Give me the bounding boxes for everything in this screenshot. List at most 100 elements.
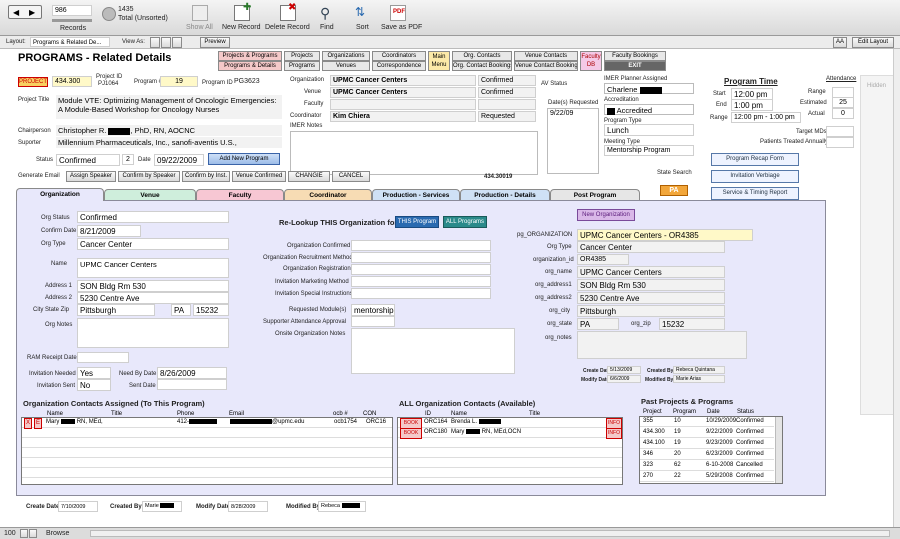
- nav-org-contacts[interactable]: Org. Contacts: [452, 51, 512, 61]
- next-record-icon[interactable]: ▶: [29, 8, 35, 17]
- registration[interactable]: [351, 264, 491, 275]
- venue-confirmed-button[interactable]: Venue Confirmed: [232, 171, 286, 182]
- need-by[interactable]: 8/26/2009: [157, 367, 227, 379]
- date-field[interactable]: 09/22/2009: [154, 154, 204, 166]
- accreditation[interactable]: Accredited: [604, 104, 694, 115]
- onsite-notes[interactable]: [351, 328, 515, 374]
- inv-special[interactable]: [351, 288, 491, 299]
- save-as-pdf-button[interactable]: Save as PDF: [381, 24, 422, 31]
- new-record-icon[interactable]: ✚: [234, 2, 251, 21]
- nav-venues[interactable]: Venues: [322, 61, 370, 71]
- target-mds[interactable]: [826, 126, 854, 137]
- pdf-icon[interactable]: PDF: [390, 5, 406, 21]
- new-record-button[interactable]: New Record: [222, 24, 261, 31]
- zip[interactable]: 15232: [193, 304, 229, 316]
- assign-speaker-button[interactable]: Assign Speaker: [66, 171, 116, 182]
- table-row[interactable]: 346 20 6/23/2009 Confirmed: [640, 450, 774, 460]
- nav-main-menu[interactable]: Main Menu: [428, 51, 450, 71]
- text-size-button[interactable]: AA: [833, 37, 847, 48]
- org-type[interactable]: Cancer Center: [77, 238, 229, 250]
- record-slider[interactable]: [52, 19, 92, 22]
- org-name[interactable]: UPMC Cancer Centers: [77, 258, 229, 278]
- tab-organization[interactable]: Organization: [16, 188, 104, 201]
- nav-venue-contacts[interactable]: Venue Contacts: [514, 51, 578, 61]
- nav-venue-contact-bookings[interactable]: Venue Contact Bookings: [514, 61, 578, 71]
- nav-projects-programs[interactable]: Projects & Programs: [218, 51, 282, 61]
- patients-treated[interactable]: [826, 137, 854, 148]
- inv-sent[interactable]: No: [77, 379, 111, 391]
- change-button[interactable]: CHANGIE: [288, 171, 330, 182]
- preview-button[interactable]: Preview: [200, 37, 230, 48]
- horizontal-scrollbar[interactable]: [90, 530, 890, 537]
- find-magnifier-icon[interactable]: ⚲: [320, 5, 336, 21]
- add-new-program-button[interactable]: Add New Program: [208, 153, 280, 165]
- nav-programs-details[interactable]: Programs & Details: [218, 61, 282, 71]
- nav-org-contact-bookings[interactable]: Org. Contact Bookings: [452, 61, 512, 71]
- org-confirmed[interactable]: [351, 240, 491, 251]
- this-program-button[interactable]: THIS Program: [395, 216, 439, 228]
- all-programs-button[interactable]: ALL Programs: [443, 216, 487, 228]
- mode-label[interactable]: Browse: [46, 530, 69, 537]
- planner[interactable]: Charlene: [604, 83, 694, 94]
- table-row[interactable]: BOOK ORC164 Brenda L. INFO: [398, 418, 622, 429]
- org-status[interactable]: Confirmed: [77, 211, 229, 223]
- view-list-button[interactable]: [161, 37, 171, 48]
- previous-record-icon[interactable]: ◀: [13, 8, 19, 17]
- record-nav-book[interactable]: ◀ ▶: [8, 5, 42, 19]
- scrollbar[interactable]: [775, 417, 782, 483]
- state-search-badge[interactable]: PA: [660, 185, 688, 196]
- table-row[interactable]: 434.300 19 9/22/2009 Confirmed: [640, 428, 774, 438]
- sort-icon[interactable]: ⇅: [355, 5, 371, 21]
- confirm-date[interactable]: 8/21/2009: [77, 225, 141, 237]
- program-recap-form-button[interactable]: Program Recap Form: [711, 153, 799, 166]
- status-field[interactable]: Confirmed: [56, 154, 120, 166]
- invitation-verbiage-button[interactable]: Invitation Verbiage: [711, 170, 799, 183]
- supporter-approval[interactable]: [351, 316, 395, 327]
- record-number-input[interactable]: 986: [52, 5, 92, 16]
- nav-projects[interactable]: Projects: [284, 51, 320, 61]
- cancel-button[interactable]: CANCEL: [332, 171, 370, 182]
- imer-notes[interactable]: [290, 131, 538, 175]
- view-form-button[interactable]: [150, 37, 160, 48]
- edit-layout-button[interactable]: Edit Layout: [852, 37, 894, 48]
- nav-organizations[interactable]: Organizations: [322, 51, 370, 61]
- nav-coordinators[interactable]: Coordinators: [372, 51, 426, 61]
- inv-needed[interactable]: Yes: [77, 367, 111, 379]
- confirm-inst-button[interactable]: Confirm by Inst.: [182, 171, 230, 182]
- zoom-in-button[interactable]: [29, 529, 37, 538]
- city[interactable]: Pittsburgh: [77, 304, 155, 316]
- project-number[interactable]: 434.300: [52, 76, 92, 87]
- recruitment-method[interactable]: [351, 252, 491, 263]
- address1[interactable]: SON Bldg Rm 530: [77, 280, 229, 292]
- delete-record-button[interactable]: Delete Record: [265, 24, 310, 31]
- program-type[interactable]: Lunch: [604, 124, 694, 136]
- sent-date[interactable]: [157, 379, 227, 390]
- ram-receipt-date[interactable]: [77, 352, 129, 363]
- table-row[interactable]: 355 10 10/29/2009 Confirmed: [640, 417, 774, 427]
- table-row[interactable]: 434.100 19 9/23/2009 Confirmed: [640, 439, 774, 449]
- table-row[interactable]: 323 62 6-10-2008 Cancelled: [640, 461, 774, 471]
- program-number[interactable]: 19: [160, 76, 198, 87]
- delete-record-icon[interactable]: ✖: [280, 2, 296, 21]
- new-organization-button[interactable]: New Organization: [577, 209, 635, 221]
- requested-modules[interactable]: mentorship: [351, 304, 395, 316]
- sort-button[interactable]: Sort: [356, 24, 369, 31]
- nav-faculty-bookings[interactable]: Faculty Bookings: [604, 51, 666, 61]
- view-table-button[interactable]: [172, 37, 182, 48]
- end-time[interactable]: 1:00 pm: [731, 99, 773, 111]
- inv-marketing[interactable]: [351, 276, 491, 287]
- table-row[interactable]: BOOK ORC180 Mary RN, MEd,OCN INFO: [398, 428, 622, 439]
- meeting-type[interactable]: Mentorship Program: [604, 145, 694, 156]
- actual[interactable]: 0: [832, 108, 854, 119]
- estimated[interactable]: 25: [832, 97, 854, 108]
- layout-select[interactable]: Programs & Related De...: [30, 37, 110, 47]
- zoom-level[interactable]: 100: [4, 530, 16, 537]
- show-all-button[interactable]: Show All: [186, 24, 213, 31]
- table-row[interactable]: 270 22 5/29/2008 Confirmed: [640, 472, 774, 482]
- org-notes[interactable]: [77, 318, 229, 348]
- show-all-icon[interactable]: [192, 5, 208, 21]
- address2[interactable]: 5230 Centre Ave: [77, 292, 229, 304]
- nav-programs[interactable]: Programs: [284, 61, 320, 71]
- zoom-out-button[interactable]: [20, 529, 28, 538]
- dates-requested[interactable]: 9/22/09: [547, 108, 599, 174]
